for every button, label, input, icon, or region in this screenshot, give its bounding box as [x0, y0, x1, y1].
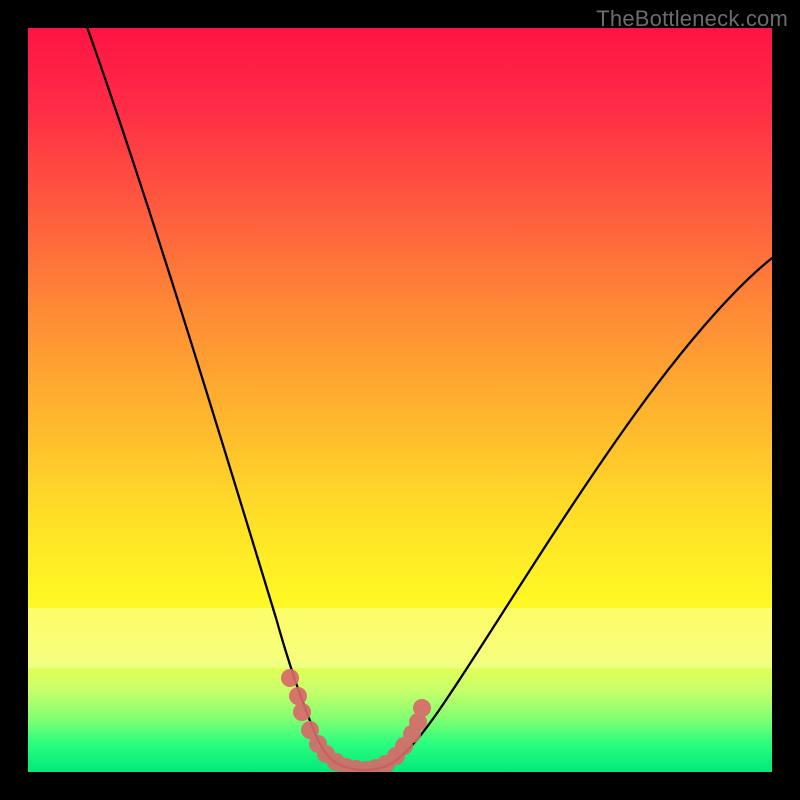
marker-dot — [301, 721, 319, 739]
chart-frame: TheBottleneck.com — [0, 0, 800, 800]
watermark-text: TheBottleneck.com — [596, 6, 788, 32]
curve-valley — [338, 762, 394, 770]
marker-dot — [289, 687, 307, 705]
marker-dot — [409, 713, 427, 731]
marker-dot — [317, 745, 335, 763]
marker-dot — [387, 747, 405, 765]
marker-dot — [281, 669, 299, 687]
marker-dot — [293, 703, 311, 721]
curve-left-branch — [86, 28, 338, 764]
highlight-band — [28, 608, 772, 668]
marker-dot — [347, 760, 365, 772]
plot-area — [28, 28, 772, 772]
marker-cluster — [281, 669, 431, 772]
marker-dot — [403, 725, 421, 743]
marker-dot — [357, 761, 375, 772]
curve-right-branch — [394, 258, 772, 762]
marker-dot — [367, 759, 385, 772]
marker-dot — [309, 735, 327, 753]
marker-dot — [337, 758, 355, 772]
marker-dot — [377, 755, 395, 772]
marker-dot — [413, 699, 431, 717]
bottleneck-curve — [28, 28, 772, 772]
marker-dot — [327, 753, 345, 771]
marker-dot — [395, 737, 413, 755]
